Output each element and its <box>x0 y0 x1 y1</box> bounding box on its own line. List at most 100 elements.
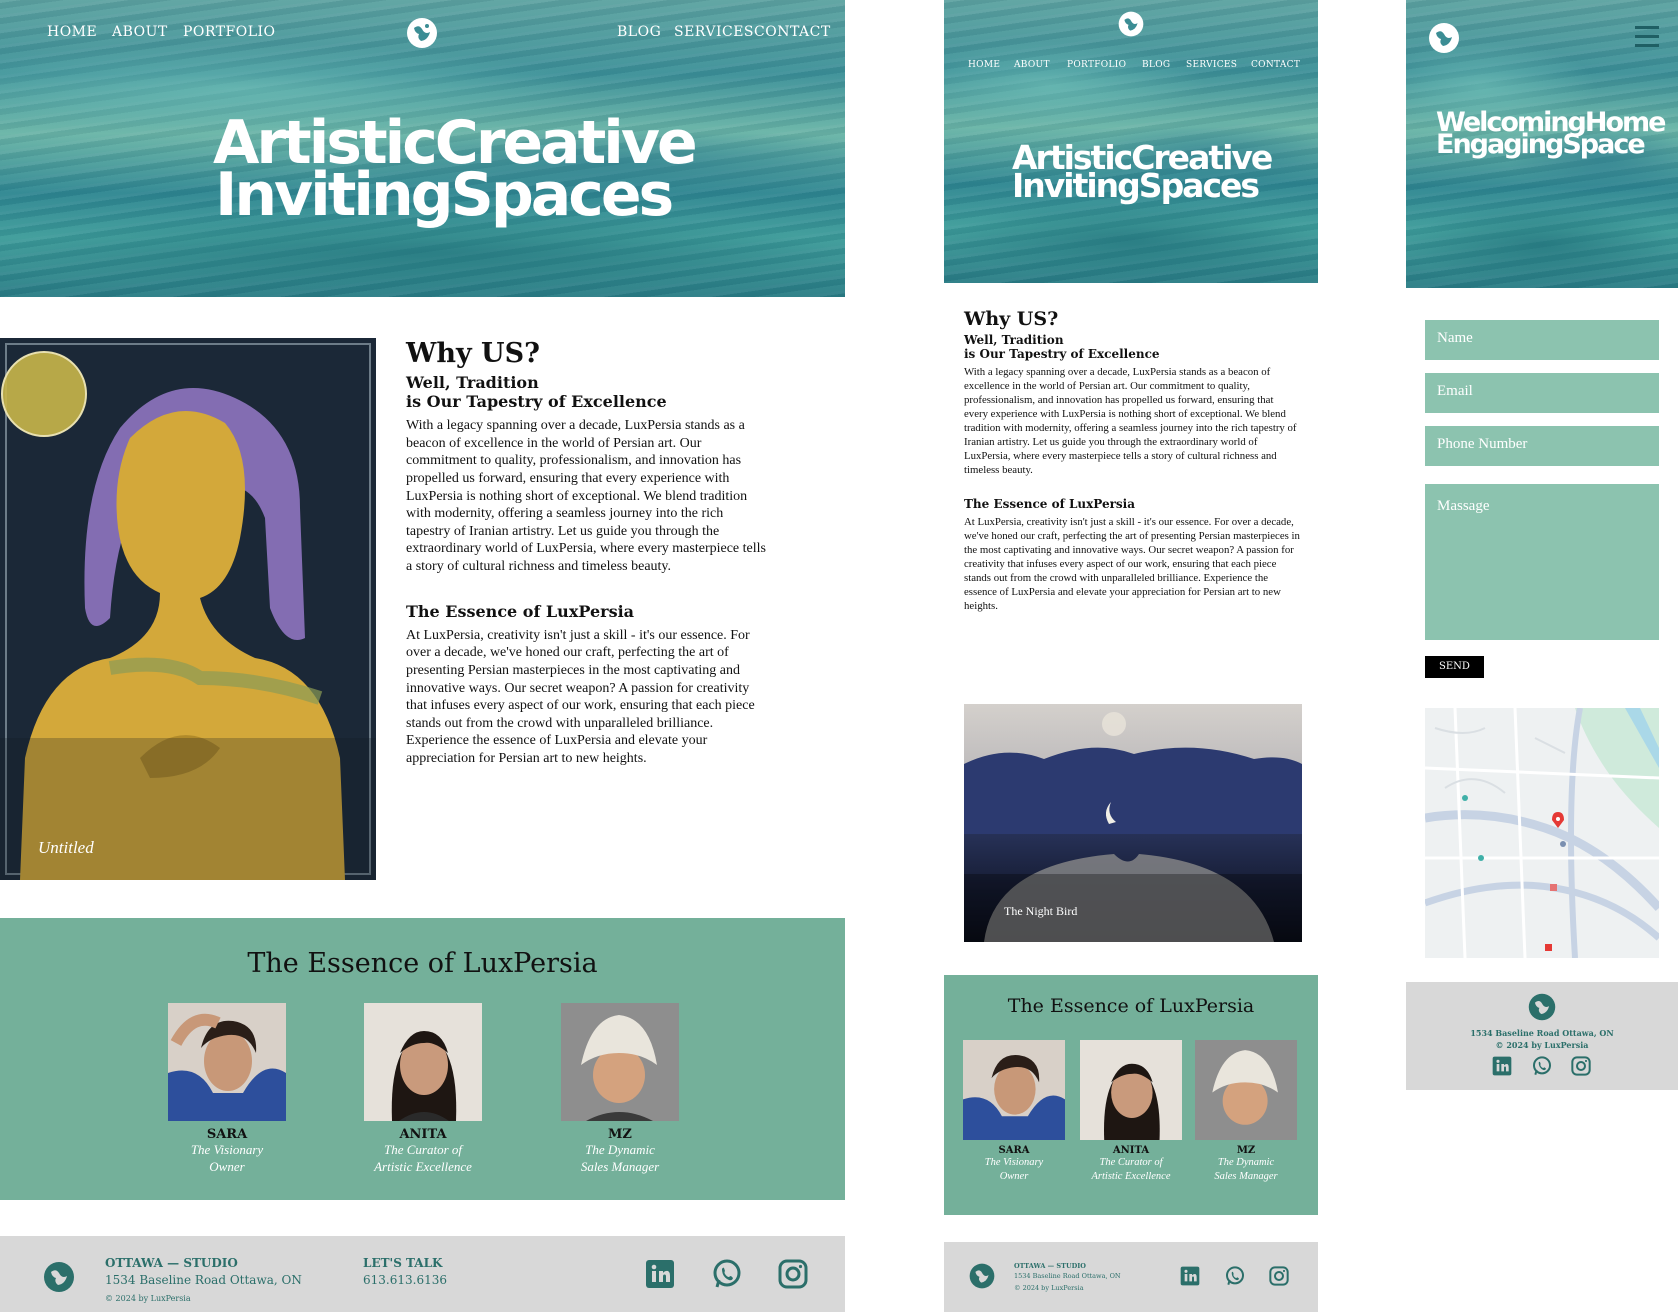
nav-home[interactable]: HOME <box>47 24 97 40</box>
footer-copyright: © 2024 by LuxPersia <box>1014 1284 1084 1292</box>
team-section: The Essence of LuxPersia SARA The Vision… <box>944 975 1318 1215</box>
member-name: ANITA <box>1112 1145 1150 1156</box>
desktop-mockup: HOME ABOUT PORTFOLIO BLOG SERVICES CONTA… <box>0 0 845 1312</box>
nav-blog[interactable]: BLOG <box>617 24 661 40</box>
nav-services[interactable]: SERVICES <box>674 24 754 40</box>
essence-body: At LuxPersia, creativity isn't just a sk… <box>406 627 755 766</box>
mobile-hero-title: WelcomingHome EngagingSpace <box>1436 109 1666 161</box>
hamburger-menu-icon[interactable] <box>1635 26 1659 48</box>
mobile-footer: 1534 Baseline Road Ottawa, ON © 2024 by … <box>1406 982 1678 1090</box>
tablet-mockup: HOME ABOUT PORTFOLIO BLOG SERVICES CONTA… <box>944 0 1318 1312</box>
desktop-hero-title: ArtisticCreative InvitingSpaces <box>213 113 698 230</box>
avatar-sara <box>963 1040 1065 1140</box>
location-map[interactable] <box>1425 708 1659 958</box>
member-role-1: The Dynamic <box>585 1142 655 1157</box>
whatsapp-icon[interactable] <box>1532 1056 1552 1076</box>
message-textarea[interactable]: Massage <box>1425 484 1659 640</box>
why-us-body: With a legacy spanning over a decade, Lu… <box>964 366 1297 477</box>
team-section: The Essence of LuxPersia SARA The Vision… <box>0 918 845 1200</box>
why-us-section: Why US? Well, Tradition is Our Tapestry … <box>406 338 771 768</box>
member-name: MZ <box>608 1127 632 1142</box>
member-role-1: The Visionary <box>984 1157 1044 1168</box>
footer-logo-icon <box>969 1263 995 1289</box>
whatsapp-icon[interactable] <box>712 1259 742 1289</box>
luxpersia-logo-icon[interactable] <box>1117 10 1145 38</box>
member-name: SARA <box>206 1127 248 1142</box>
member-role-2: Owner <box>999 1170 1029 1182</box>
member-name: SARA <box>998 1145 1030 1156</box>
team-member-mz: MZ The Dynamic Sales Manager <box>1192 1040 1300 1183</box>
footer-logo-icon <box>44 1262 74 1292</box>
tablet-footer: OTTAWA — STUDIO 1534 Baseline Road Ottaw… <box>944 1242 1318 1312</box>
avatar-mz <box>561 1003 679 1121</box>
team-title: The Essence of LuxPersia <box>247 948 598 979</box>
artwork-night-bird: The Night Bird <box>964 704 1302 942</box>
footer-address: 1534 Baseline Road Ottawa, ON <box>1470 1028 1614 1038</box>
footer-studio: OTTAWA — STUDIO <box>1014 1262 1086 1270</box>
linkedin-icon[interactable] <box>645 1259 675 1289</box>
member-name: ANITA <box>399 1127 447 1142</box>
nav-about[interactable]: ABOUT <box>1014 60 1050 70</box>
member-role-2: Artistic Excellence <box>1091 1170 1171 1182</box>
nav-portfolio[interactable]: PORTFOLIO <box>183 24 276 40</box>
luxpersia-logo-icon[interactable] <box>405 16 439 50</box>
desktop-footer: OTTAWA — STUDIO 1534 Baseline Road Ottaw… <box>0 1236 845 1312</box>
email-input[interactable]: Email <box>1425 373 1659 413</box>
footer-copyright: © 2024 by LuxPersia <box>105 1294 191 1303</box>
why-us-subtitle-2: is Our Tapestry of Excellence <box>406 392 667 411</box>
why-us-subtitle-2: is Our Tapestry of Excellence <box>964 347 1160 361</box>
luxpersia-logo-icon[interactable] <box>1427 21 1461 55</box>
nav-blog[interactable]: BLOG <box>1142 60 1170 70</box>
footer-phone: 613.613.6136 <box>363 1273 447 1287</box>
nav-contact[interactable]: CONTACT <box>1251 60 1300 70</box>
avatar-sara <box>168 1003 286 1121</box>
nav-portfolio[interactable]: PORTFOLIO <box>1067 60 1126 70</box>
avatar-anita <box>364 1003 482 1121</box>
phone-input[interactable]: Phone Number <box>1425 426 1659 466</box>
instagram-icon[interactable] <box>1269 1266 1289 1286</box>
footer-logo-icon <box>1528 993 1556 1021</box>
tablet-hero-title: ArtisticCreative InvitingSpaces <box>1012 141 1273 206</box>
nav-contact[interactable]: CONTACT <box>754 24 831 40</box>
team-member-mz: MZ The Dynamic Sales Manager <box>555 1003 685 1176</box>
footer-studio: OTTAWA — STUDIO <box>105 1256 238 1270</box>
nav-home[interactable]: HOME <box>968 60 1000 70</box>
artwork-untitled: Untitled <box>0 338 376 880</box>
footer-address: 1534 Baseline Road Ottawa, ON <box>1014 1272 1121 1280</box>
member-name: MZ <box>1236 1145 1256 1156</box>
artwork-untitled-image <box>0 338 376 880</box>
hero-line-2: EngagingSpace <box>1436 129 1646 161</box>
member-role-2: Artistic Excellence <box>374 1158 472 1174</box>
hero-line-2: InvitingSpaces <box>215 159 674 230</box>
team-member-anita: ANITA The Curator of Artistic Excellence <box>1077 1040 1185 1183</box>
send-button[interactable]: SEND <box>1425 656 1484 678</box>
essence-title: The Essence of LuxPersia <box>406 601 635 621</box>
essence-body: At LuxPersia, creativity isn't just a sk… <box>964 516 1300 613</box>
member-role-1: The Curator of <box>1099 1157 1163 1168</box>
nav-about[interactable]: ABOUT <box>112 24 168 40</box>
team-title: The Essence of LuxPersia <box>1007 995 1255 1017</box>
whatsapp-icon[interactable] <box>1225 1266 1245 1286</box>
tablet-why-us: Why US? Well, Tradition is Our Tapestry … <box>964 308 1300 613</box>
why-us-body: With a legacy spanning over a decade, Lu… <box>406 418 766 574</box>
desktop-hero: HOME ABOUT PORTFOLIO BLOG SERVICES CONTA… <box>0 0 845 297</box>
avatar-mz <box>1195 1040 1297 1140</box>
member-role-1: The Visionary <box>190 1142 264 1157</box>
instagram-icon[interactable] <box>778 1259 808 1289</box>
linkedin-icon[interactable] <box>1180 1266 1200 1286</box>
why-us-title: Why US? <box>406 338 540 369</box>
avatar-anita <box>1080 1040 1182 1140</box>
linkedin-icon[interactable] <box>1492 1056 1512 1076</box>
name-input[interactable]: Name <box>1425 320 1659 360</box>
instagram-icon[interactable] <box>1571 1056 1591 1076</box>
hero-line-2: InvitingSpaces <box>1012 166 1260 206</box>
artwork-night-bird-caption: The Night Bird <box>1004 904 1078 918</box>
member-role-1: The Dynamic <box>1217 1157 1275 1168</box>
team-member-anita: ANITA The Curator of Artistic Excellence <box>358 1003 488 1176</box>
nav-services[interactable]: SERVICES <box>1186 60 1237 70</box>
member-role-2: Sales Manager <box>580 1158 660 1174</box>
artwork-untitled-caption: Untitled <box>38 838 94 857</box>
why-us-subtitle-1: Well, Tradition <box>964 333 1064 347</box>
footer-address: 1534 Baseline Road Ottawa, ON <box>105 1273 302 1287</box>
map-graphic <box>1425 708 1659 958</box>
